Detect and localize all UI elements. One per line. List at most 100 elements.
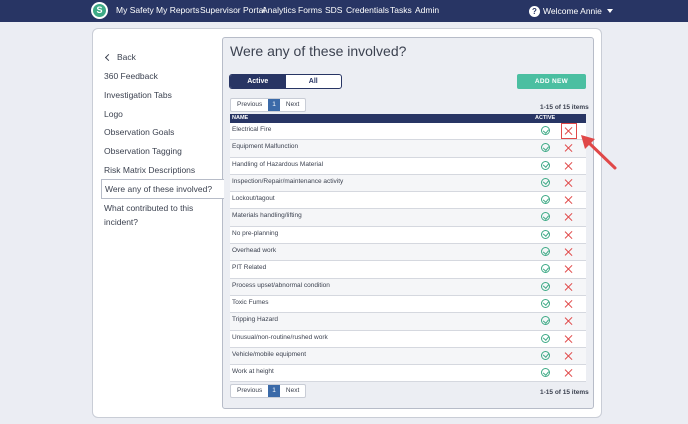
pager-top: Previous 1 Next: [230, 98, 307, 112]
check-icon[interactable]: [541, 143, 550, 153]
check-icon[interactable]: [541, 126, 550, 135]
sidebar-active-label: Were any of these involved?: [105, 184, 213, 194]
delete-x-icon[interactable]: [564, 316, 574, 326]
sidebar-item-360-feedback[interactable]: 360 Feedback: [104, 71, 158, 81]
help-icon[interactable]: ?: [529, 5, 540, 17]
row-name: PIT Related: [232, 264, 267, 272]
row-name: Inspection/Repair/maintenance activity: [232, 177, 344, 185]
item-count-top: 1-15 of 15 items: [540, 104, 589, 111]
check-icon[interactable]: [541, 298, 550, 308]
delete-x-icon[interactable]: [564, 264, 574, 274]
user-menu[interactable]: ? Welcome Annie: [529, 0, 613, 22]
table-body: Electrical Fire Equipment Malfunction Ha…: [230, 123, 586, 383]
nav-forms[interactable]: Forms: [298, 0, 322, 22]
pager-previous[interactable]: Previous: [231, 385, 268, 397]
row-name: Overhead work: [232, 247, 277, 255]
nav-my-reports[interactable]: My Reports: [156, 0, 199, 22]
sidebar-item-what-contributed-line1[interactable]: What contributed to this: [104, 203, 193, 213]
check-icon[interactable]: [541, 316, 550, 326]
back-link[interactable]: Back: [104, 52, 136, 62]
toggle-active[interactable]: Active: [230, 75, 286, 88]
sidebar-item-what-contributed-line2[interactable]: incident?: [104, 217, 138, 227]
nav-analytics[interactable]: Analytics: [262, 0, 296, 22]
delete-x-icon[interactable]: [564, 351, 574, 361]
pager-page-1[interactable]: 1: [268, 99, 280, 111]
table-row: Lockout/tagout: [230, 192, 586, 210]
delete-x-icon[interactable]: [564, 282, 574, 292]
check-icon[interactable]: [541, 229, 550, 239]
check-icon[interactable]: [541, 195, 550, 205]
check-icon[interactable]: [541, 160, 550, 170]
column-active: ACTIVE: [535, 115, 556, 121]
callout-arrow-icon: [581, 135, 617, 170]
check-icon[interactable]: [541, 212, 550, 222]
check-icon[interactable]: [541, 264, 550, 274]
table-row: Process upset/abnormal condition: [230, 278, 586, 296]
delete-x-icon[interactable]: [564, 230, 574, 240]
row-name: No pre-planning: [232, 229, 279, 237]
delete-x-icon[interactable]: [564, 178, 574, 188]
sidebar-item-risk-matrix[interactable]: Risk Matrix Descriptions: [104, 165, 195, 175]
table-row: Unusual/non-routine/rushed work: [230, 330, 586, 348]
table-row: Work at height: [230, 365, 586, 383]
welcome-text: Welcome Annie: [543, 6, 602, 16]
pager-next[interactable]: Next: [280, 385, 305, 397]
check-icon[interactable]: [541, 350, 550, 360]
chevron-left-icon: [104, 53, 113, 61]
sidebar-item-investigation-tabs[interactable]: Investigation Tabs: [104, 90, 172, 100]
sidebar-item-logo[interactable]: Logo: [104, 109, 123, 119]
delete-x-icon[interactable]: [564, 334, 574, 344]
pager-page-1[interactable]: 1: [268, 385, 280, 397]
nav-admin[interactable]: Admin: [415, 0, 439, 22]
delete-x-icon[interactable]: [561, 123, 577, 139]
add-new-button[interactable]: ADD NEW: [517, 74, 586, 89]
delete-x-icon[interactable]: [564, 161, 574, 171]
nav-sds[interactable]: SDS: [325, 0, 342, 22]
pager-next[interactable]: Next: [280, 99, 305, 111]
column-name: NAME: [232, 115, 249, 121]
check-icon[interactable]: [541, 368, 550, 378]
row-name: Work at height: [232, 368, 274, 376]
delete-x-icon[interactable]: [564, 299, 574, 309]
sidebar-item-were-any-involved[interactable]: Were any of these involved?: [101, 179, 224, 199]
table-row: Vehicle/mobile equipment: [230, 347, 586, 366]
sidebar-item-observation-tagging[interactable]: Observation Tagging: [104, 146, 182, 156]
table-row: PIT Related: [230, 261, 586, 279]
check-icon[interactable]: [541, 177, 550, 187]
delete-x-icon[interactable]: [564, 195, 574, 205]
row-name: Toxic Fumes: [232, 298, 269, 306]
row-name: Lockout/tagout: [232, 195, 275, 203]
chevron-down-icon: [606, 9, 613, 13]
row-name: Unusual/non-routine/rushed work: [232, 333, 328, 341]
table-row: Overhead work: [230, 244, 586, 262]
table-row: Electrical Fire: [230, 123, 586, 141]
top-navbar: S My Safety My Reports Supervisor Portal…: [0, 0, 688, 22]
pager-previous[interactable]: Previous: [231, 99, 268, 111]
nav-tasks[interactable]: Tasks: [390, 0, 412, 22]
sidebar-item-observation-goals[interactable]: Observation Goals: [104, 127, 174, 137]
item-count-bottom: 1-15 of 15 items: [540, 389, 589, 396]
check-icon[interactable]: [541, 333, 550, 343]
table-row: Toxic Fumes: [230, 295, 586, 314]
table-row: No pre-planning: [230, 226, 586, 245]
table-header: NAME ACTIVE: [230, 114, 586, 123]
row-name: Handling of Hazardous Material: [232, 160, 324, 168]
delete-x-icon[interactable]: [564, 368, 574, 378]
row-name: Electrical Fire: [232, 126, 272, 133]
page-title: Were any of these involved?: [230, 43, 407, 59]
back-label: Back: [117, 52, 136, 62]
check-icon[interactable]: [541, 247, 550, 257]
row-name: Materials handling/lifting: [232, 212, 302, 220]
delete-x-icon[interactable]: [564, 212, 574, 222]
delete-x-icon[interactable]: [564, 247, 574, 257]
pager-bottom: Previous 1 Next: [230, 384, 307, 398]
check-icon[interactable]: [541, 281, 550, 291]
app-logo[interactable]: S: [91, 2, 108, 19]
nav-my-safety[interactable]: My Safety: [116, 0, 154, 22]
delete-x-icon[interactable]: [564, 143, 574, 153]
logo-letter: S: [93, 4, 106, 17]
nav-supervisor-portal[interactable]: Supervisor Portal: [200, 0, 265, 22]
nav-credentials[interactable]: Credentials: [346, 0, 389, 22]
toggle-all[interactable]: All: [286, 75, 342, 88]
row-name: Tripping Hazard: [232, 316, 279, 324]
